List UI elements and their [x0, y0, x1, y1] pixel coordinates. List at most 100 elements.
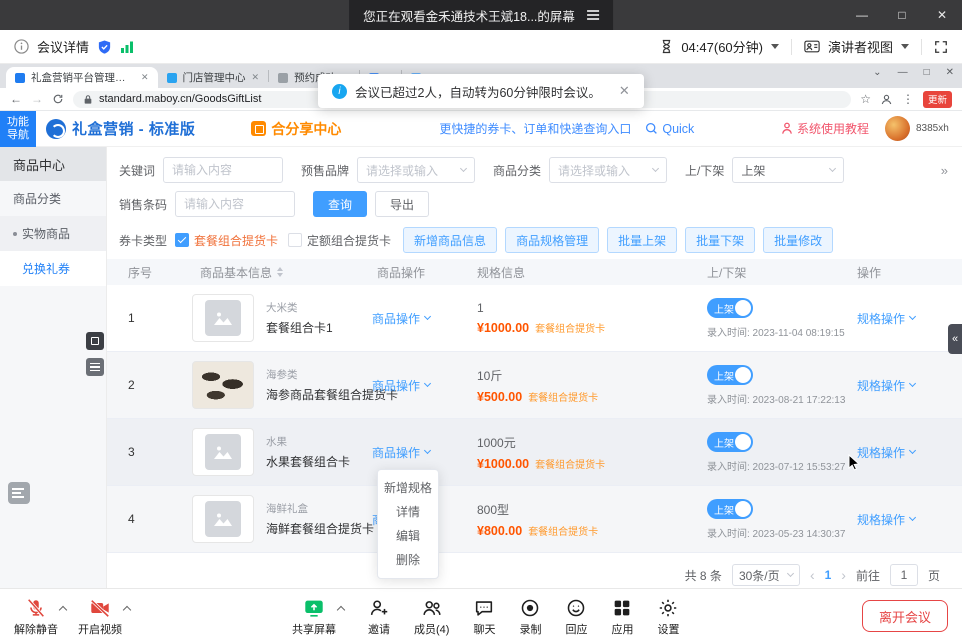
- tab-close-icon[interactable]: ✕: [141, 72, 149, 83]
- shelf-toggle[interactable]: 上架: [707, 298, 753, 318]
- toast-close-icon[interactable]: ✕: [619, 83, 630, 99]
- quick-link[interactable]: Quick: [645, 122, 694, 136]
- browser-maximize-button[interactable]: □: [924, 67, 930, 78]
- menu-item-add-spec[interactable]: 新增规格: [378, 476, 438, 500]
- batch-offshelf-button[interactable]: 批量下架: [685, 227, 755, 253]
- settings-button[interactable]: 设置: [657, 597, 679, 637]
- category-select[interactable]: 请选择或输入: [549, 157, 667, 183]
- search-button[interactable]: 查询: [313, 191, 367, 217]
- share-center-link[interactable]: 合分享中心: [251, 119, 341, 139]
- sidebar-item-physical-goods[interactable]: 实物商品: [0, 216, 106, 251]
- sidebar-item-gift-vouchers[interactable]: 兑换礼券: [0, 251, 106, 286]
- spec-op-link[interactable]: 规格操作: [857, 377, 915, 394]
- keyword-input[interactable]: [163, 157, 283, 183]
- prev-page-button[interactable]: ‹: [810, 567, 815, 583]
- meeting-details-link[interactable]: 会议详情: [37, 37, 89, 56]
- current-page-button[interactable]: 1: [825, 568, 832, 582]
- combo-card-checkbox[interactable]: [175, 233, 189, 247]
- members-button[interactable]: 成员(4): [414, 597, 449, 637]
- mic-options-icon[interactable]: [59, 606, 67, 614]
- browser-close-button[interactable]: ✕: [946, 67, 954, 78]
- floating-menu-icon[interactable]: [86, 358, 104, 376]
- menu-item-details[interactable]: 详情: [378, 500, 438, 524]
- barcode-input[interactable]: [175, 191, 295, 217]
- goto-label: 前往: [856, 567, 880, 584]
- collapse-panel-tab[interactable]: «: [948, 324, 962, 354]
- timer-dropdown-icon[interactable]: [771, 44, 779, 49]
- next-page-button[interactable]: ›: [841, 567, 846, 583]
- export-button[interactable]: 导出: [375, 191, 429, 217]
- goto-page-input[interactable]: [890, 564, 918, 586]
- spec-op-link[interactable]: 规格操作: [857, 310, 915, 327]
- actions-row: 券卡类型 套餐组合提货卡 定额组合提货卡 新增商品信息 商品规格管理 批量上架 …: [119, 227, 946, 253]
- profile-icon[interactable]: [880, 93, 893, 106]
- product-op-link[interactable]: 商品操作: [372, 377, 430, 394]
- quick-menu-icon[interactable]: [8, 482, 30, 504]
- add-product-button[interactable]: 新增商品信息: [403, 227, 497, 253]
- expand-filters-icon[interactable]: »: [941, 163, 946, 178]
- star-bookmark-icon[interactable]: ☆: [860, 92, 871, 106]
- apps-button[interactable]: 应用: [611, 597, 633, 637]
- close-button[interactable]: ✕: [922, 0, 962, 30]
- reload-icon[interactable]: [52, 93, 64, 105]
- view-mode-dropdown-icon[interactable]: [901, 44, 909, 49]
- product-op-link[interactable]: 商品操作: [372, 310, 430, 327]
- image-icon: [213, 511, 233, 527]
- category-label: 商品分类: [493, 162, 541, 179]
- batch-onshelf-button[interactable]: 批量上架: [607, 227, 677, 253]
- start-video-button[interactable]: 开启视频: [78, 597, 122, 637]
- update-badge[interactable]: 更新: [923, 91, 952, 108]
- fullscreen-icon[interactable]: [934, 40, 948, 54]
- browser-tab[interactable]: 门店管理中心 ✕: [158, 67, 269, 88]
- chevron-down-icon: [909, 380, 916, 387]
- user-avatar[interactable]: [885, 116, 910, 141]
- browser-menu-icon[interactable]: ⋮: [902, 92, 914, 106]
- spec-op-link[interactable]: 规格操作: [857, 511, 915, 528]
- tab-search-icon[interactable]: ⌄: [873, 67, 881, 78]
- tutorial-link[interactable]: 系统使用教程: [781, 120, 869, 137]
- shelf-toggle[interactable]: 上架: [707, 499, 753, 519]
- network-signal-icon[interactable]: [120, 40, 134, 53]
- unmute-button[interactable]: 解除静音: [14, 597, 58, 637]
- spec-op-link[interactable]: 规格操作: [857, 444, 915, 461]
- tab-close-icon[interactable]: ✕: [252, 72, 260, 83]
- maximize-button[interactable]: □: [882, 0, 922, 30]
- sort-icon[interactable]: [277, 267, 283, 277]
- combo-card-checkbox-label[interactable]: 套餐组合提货卡: [194, 232, 278, 249]
- fixed-card-checkbox-label[interactable]: 定额组合提货卡: [307, 232, 391, 249]
- leave-meeting-button[interactable]: 离开会议: [862, 600, 948, 632]
- product-image-placeholder: [192, 294, 254, 342]
- camera-options-icon[interactable]: [123, 606, 131, 614]
- fixed-card-checkbox[interactable]: [288, 233, 302, 247]
- menu-item-delete[interactable]: 删除: [378, 548, 438, 572]
- batch-edit-button[interactable]: 批量修改: [763, 227, 833, 253]
- brand-select[interactable]: 请选择或输入: [357, 157, 475, 183]
- share-screen-button[interactable]: 共享屏幕: [292, 597, 336, 637]
- floating-widget-icon[interactable]: [86, 332, 104, 350]
- browser-window-controls: ⌄ — □ ✕: [873, 67, 954, 78]
- spec-manage-button[interactable]: 商品规格管理: [505, 227, 599, 253]
- menu-item-edit[interactable]: 编辑: [378, 524, 438, 548]
- function-nav-button[interactable]: 功能导航: [0, 111, 36, 147]
- security-shield-icon[interactable]: [97, 39, 112, 55]
- shelf-toggle[interactable]: 上架: [707, 432, 753, 452]
- sidebar-item-categories[interactable]: 商品分类: [0, 181, 106, 216]
- minimize-button[interactable]: —: [842, 0, 882, 30]
- reactions-button[interactable]: 回应: [565, 597, 587, 637]
- back-icon[interactable]: ←: [10, 92, 22, 106]
- shelf-toggle[interactable]: 上架: [707, 365, 753, 385]
- page-size-select[interactable]: 30条/页: [732, 564, 800, 586]
- record-button[interactable]: 录制: [519, 597, 541, 637]
- share-options-icon[interactable]: [337, 606, 345, 614]
- browser-tab-active[interactable]: 礼盒营销平台管理中心 ✕: [6, 67, 158, 88]
- info-icon[interactable]: [14, 39, 29, 54]
- product-op-link-open[interactable]: 商品操作: [372, 444, 430, 461]
- shelf-select[interactable]: 上架: [732, 157, 844, 183]
- invite-button[interactable]: 邀请: [368, 597, 390, 637]
- chat-button[interactable]: 聊天: [473, 597, 495, 637]
- view-mode-selector[interactable]: 演讲者视图: [828, 37, 893, 56]
- chevron-down-icon: [424, 313, 431, 320]
- browser-minimize-button[interactable]: —: [898, 67, 908, 78]
- banner-menu-icon[interactable]: [587, 10, 599, 20]
- forward-icon[interactable]: →: [31, 92, 43, 106]
